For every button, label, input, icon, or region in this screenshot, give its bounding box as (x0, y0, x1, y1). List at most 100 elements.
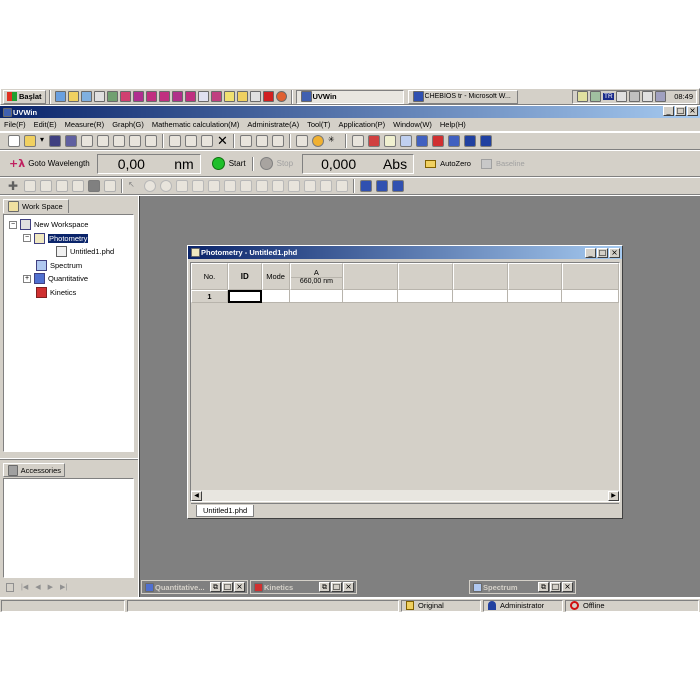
open-icon[interactable] (24, 135, 36, 147)
fill-icon[interactable] (72, 180, 84, 192)
paste-icon[interactable] (201, 135, 213, 147)
accessory-icon[interactable] (367, 135, 380, 147)
baseline-correct-icon[interactable] (288, 180, 300, 192)
workspace-toggle-icon[interactable] (351, 135, 364, 147)
workspace-tab[interactable]: Work Space (3, 199, 69, 213)
tool-icon[interactable] (106, 91, 118, 102)
stop-button[interactable]: Stop (257, 154, 296, 174)
delete-row-icon[interactable] (40, 180, 52, 192)
start-button[interactable]: Start (209, 154, 249, 174)
column-header-no[interactable]: No. (191, 263, 228, 290)
app-icon-5[interactable] (197, 91, 209, 102)
cell-empty[interactable] (343, 290, 399, 303)
maximize-button[interactable]: □ (222, 582, 233, 592)
lamp-icon[interactable]: ✳ (328, 135, 340, 147)
print-icon[interactable] (113, 135, 125, 147)
save-all-icon[interactable] (65, 135, 77, 147)
column-header-empty[interactable] (398, 263, 453, 290)
app-icon-8[interactable] (249, 91, 261, 102)
minimized-window-quantitative[interactable]: Quantitative... ⧉ □ × (141, 580, 248, 594)
layout-1-icon[interactable] (360, 180, 372, 192)
tree-collapse-icon[interactable]: − (9, 220, 17, 229)
scroll-right-button[interactable]: ▶ (608, 490, 619, 501)
kinetics-mode-icon[interactable] (431, 135, 444, 147)
report-icon[interactable] (271, 135, 284, 147)
cell-mode[interactable] (261, 290, 290, 303)
add-row-icon[interactable]: ✚ (8, 180, 20, 192)
maximize-button[interactable]: □ (331, 582, 342, 592)
app-icon-6[interactable] (210, 91, 222, 102)
network-icon[interactable] (590, 91, 601, 102)
restore-button[interactable]: ⧉ (210, 582, 221, 592)
next-record-icon[interactable]: ▶ (48, 583, 53, 591)
app-maximize-button[interactable]: □ (675, 106, 686, 116)
excel-icon[interactable] (132, 91, 144, 102)
tile-vertical-icon[interactable] (479, 135, 492, 147)
language-indicator[interactable]: TR (603, 93, 614, 100)
new-icon[interactable] (8, 135, 20, 147)
save-icon[interactable] (49, 135, 61, 147)
photometry-minimize-button[interactable]: _ (585, 247, 596, 258)
first-record-icon[interactable]: |◀ (21, 583, 28, 591)
goto-wavelength-button[interactable]: +λ Goto Wavelength (6, 154, 93, 174)
internet-explorer-icon[interactable] (54, 91, 66, 102)
page-icon[interactable] (145, 135, 157, 147)
close-button[interactable]: × (343, 582, 354, 592)
tray-icon-1[interactable] (615, 91, 627, 102)
menu-help[interactable]: Help(H) (436, 119, 470, 131)
copy-icon[interactable] (185, 135, 197, 147)
spectrum-mode-icon[interactable] (399, 135, 412, 147)
instrument-icon[interactable] (239, 135, 252, 147)
desktop-icon[interactable] (80, 91, 92, 102)
valley-pick-icon[interactable] (224, 180, 236, 192)
column-header-empty[interactable] (452, 263, 508, 290)
tree-node-new-workspace[interactable]: − New Workspace (6, 218, 131, 232)
trace-icon[interactable] (336, 180, 348, 192)
media-icon[interactable] (93, 91, 105, 102)
menu-file[interactable]: File(F) (0, 119, 30, 131)
column-header-a[interactable]: A 660,00 nm (289, 263, 344, 290)
pen-icon[interactable] (176, 180, 188, 192)
app-icon-7[interactable] (223, 91, 235, 102)
autozero-button[interactable]: AutoZero (422, 154, 474, 174)
tray-icon-2[interactable] (628, 91, 640, 102)
speaker-icon[interactable] (577, 91, 588, 102)
tree-node-quantitative[interactable]: + Quantitative (6, 272, 131, 286)
photometry-horizontal-scrollbar[interactable]: ◀ ▶ (191, 490, 619, 501)
photometry-maximize-button[interactable]: □ (597, 247, 608, 258)
menu-mathematic-calculation[interactable]: Mathematic calculation(M) (148, 119, 244, 131)
menu-administrate[interactable]: Administrate(A) (243, 119, 303, 131)
minimized-window-kinetics[interactable]: Kinetics ⧉ □ × (250, 580, 357, 594)
column-header-mode[interactable]: Mode (261, 263, 290, 290)
restore-button[interactable]: ⧉ (538, 582, 549, 592)
menu-tool[interactable]: Tool(T) (303, 119, 334, 131)
smooth-icon[interactable] (272, 180, 284, 192)
app-icon-10[interactable] (275, 91, 287, 102)
app-icon-4[interactable] (184, 91, 196, 102)
peak-pick-icon[interactable] (208, 180, 220, 192)
app-minimize-button[interactable]: _ (663, 106, 674, 116)
menu-measure[interactable]: Measure(R) (61, 119, 109, 131)
scrollbar-track[interactable] (202, 490, 608, 501)
maximize-button[interactable]: □ (550, 582, 561, 592)
zoom-in-icon[interactable] (144, 180, 156, 192)
color-square-icon[interactable] (88, 180, 100, 192)
app-icon-3[interactable] (171, 91, 183, 102)
format-icon[interactable] (56, 180, 68, 192)
outlook-icon[interactable] (67, 91, 79, 102)
tree-node-untitled1[interactable]: Untitled1.phd (6, 245, 131, 259)
accessory-trash-icon[interactable] (6, 582, 14, 592)
cell-empty[interactable] (562, 290, 619, 303)
menu-application[interactable]: Application(P) (334, 119, 389, 131)
baseline-button[interactable]: Baseline (478, 154, 528, 174)
text-icon[interactable] (192, 180, 204, 192)
column-header-empty[interactable] (562, 263, 619, 290)
derivative-icon[interactable] (256, 180, 268, 192)
delete-icon[interactable]: ✕ (217, 134, 228, 147)
app-close-button[interactable]: × (687, 106, 698, 116)
tray-icon-4[interactable] (654, 91, 666, 102)
open-dropdown-icon[interactable]: ▾ (40, 135, 45, 147)
tree-expand-icon[interactable]: + (23, 274, 31, 283)
tile-horizontal-icon[interactable] (463, 135, 476, 147)
overlay-icon[interactable] (320, 180, 332, 192)
